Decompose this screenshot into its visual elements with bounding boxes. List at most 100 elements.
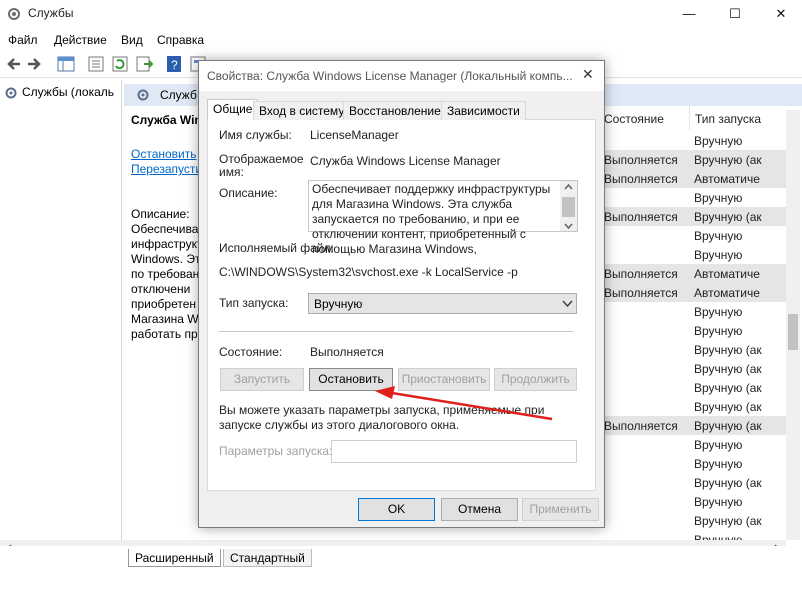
detail-description-label: Описание: xyxy=(131,207,190,221)
start-params-hint: Вы можете указать параметры запуска, при… xyxy=(219,403,545,432)
row-startup-type: Вручную xyxy=(694,134,743,148)
start-params-input[interactable] xyxy=(331,440,577,463)
view-tabs xyxy=(0,546,802,568)
apply-button[interactable]: Применить xyxy=(522,498,599,521)
column-separator[interactable] xyxy=(689,106,690,130)
state-label: Состояние: xyxy=(219,345,283,359)
row-status: Выполняется xyxy=(604,419,678,433)
resume-button[interactable]: Продолжить xyxy=(494,368,577,391)
detail-description-line: работать пр xyxy=(131,327,198,341)
description-text: Обеспечивает поддержку инфраструктуры дл… xyxy=(312,182,551,256)
start-button[interactable]: Запустить xyxy=(220,368,304,391)
row-status: Выполняется xyxy=(604,210,678,224)
executable-label: Исполняемый файл: xyxy=(219,241,334,255)
tab-standard[interactable]: Стандартный xyxy=(223,549,312,567)
row-startup-type: Вручную (ак xyxy=(694,476,762,490)
row-startup-type: Вручную (ак xyxy=(694,362,762,376)
detail-description-line: Обеспечива xyxy=(131,222,199,236)
services-table-rows: Вручную Выполняется Вручную (ак Выполняется… xyxy=(600,133,786,547)
close-button[interactable]: ✕ xyxy=(758,0,802,30)
row-startup-type: Вручную xyxy=(694,305,743,319)
table-row[interactable]: Вручную xyxy=(600,494,786,513)
back-arrow-icon[interactable] xyxy=(4,54,24,74)
minimize-button[interactable]: — xyxy=(666,0,712,30)
svg-text:?: ? xyxy=(171,58,178,72)
gear-icon xyxy=(137,89,149,101)
row-startup-type: Вручную xyxy=(694,191,743,205)
table-row[interactable]: Вручную xyxy=(600,456,786,475)
tab-recovery[interactable]: Восстановление xyxy=(343,101,447,120)
table-row[interactable]: Вручную (ак xyxy=(600,342,786,361)
table-row[interactable]: Вручную xyxy=(600,228,786,247)
row-startup-type: Автоматиче xyxy=(694,267,760,281)
row-startup-type: Вручную (ак xyxy=(694,381,762,395)
row-startup-type: Автоматиче xyxy=(694,286,760,300)
tree-item-services[interactable]: Службы (локаль xyxy=(22,85,114,99)
table-row[interactable]: Вручную (ак xyxy=(600,513,786,532)
tab-extended[interactable]: Расширенный xyxy=(128,549,221,567)
display-name-value: Служба Windows License Manager xyxy=(310,154,501,168)
startup-type-value: Вручную xyxy=(314,297,363,311)
state-value: Выполняется xyxy=(310,345,384,359)
row-startup-type: Вручную xyxy=(694,495,743,509)
row-status: Выполняется xyxy=(604,267,678,281)
table-row[interactable]: Вручную xyxy=(600,304,786,323)
row-status: Выполняется xyxy=(604,286,678,300)
refresh-icon[interactable] xyxy=(110,54,130,74)
row-startup-type: Вручную xyxy=(694,457,743,471)
table-row[interactable]: Выполняется Вручную (ак xyxy=(600,418,786,437)
row-startup-type: Вручную xyxy=(694,248,743,262)
list-icon[interactable] xyxy=(86,54,106,74)
table-row[interactable]: Вручную (ак xyxy=(600,361,786,380)
services-pane-title: Служб xyxy=(160,88,197,102)
tab-dependencies[interactable]: Зависимости xyxy=(441,101,526,120)
menu-action[interactable]: Действие xyxy=(54,33,107,47)
restart-service-link[interactable]: Перезапусти xyxy=(131,162,202,177)
service-name-label: Имя службы: xyxy=(219,128,292,142)
table-row[interactable]: Вручную xyxy=(600,437,786,456)
scroll-up-icon[interactable] xyxy=(563,183,574,191)
detail-description: Обеспечива инфраструкт Windows. Эт по требо… xyxy=(131,222,202,342)
table-row[interactable]: Вручную xyxy=(600,323,786,342)
table-row[interactable]: Вручную (ак xyxy=(600,475,786,494)
description-scrollbar-thumb[interactable] xyxy=(562,197,575,217)
row-startup-type: Вручную (ак xyxy=(694,153,762,167)
column-header-startup[interactable]: Тип запуска xyxy=(695,112,761,126)
detail-description-line: по требован xyxy=(131,267,200,281)
detail-description-line: Windows. Эт xyxy=(131,252,201,266)
window-title: Службы xyxy=(28,6,74,20)
table-row[interactable]: Выполняется Автоматиче xyxy=(600,285,786,304)
console-tree-icon[interactable] xyxy=(56,54,76,74)
column-header-status[interactable]: Состояние xyxy=(604,112,664,126)
start-params-label: Параметры запуска: xyxy=(219,444,333,458)
detail-description-line: приобретен xyxy=(131,297,197,311)
menu-file[interactable]: Файл xyxy=(8,33,38,47)
menu-view[interactable]: Вид xyxy=(121,33,143,47)
menu-help[interactable]: Справка xyxy=(157,33,204,47)
display-name-label: Отображаемое имя: xyxy=(219,152,304,179)
executable-path: C:\WINDOWS\System32\svchost.exe -k Local… xyxy=(219,265,518,279)
row-startup-type: Вручную (ак xyxy=(694,419,762,433)
dialog-close-button[interactable]: ✕ xyxy=(582,66,594,83)
table-row[interactable]: Вручную (ак xyxy=(600,380,786,399)
row-startup-type: Вручную (ак xyxy=(694,343,762,357)
row-startup-type: Вручную xyxy=(694,324,743,338)
stop-service-link[interactable]: Остановить xyxy=(131,147,197,162)
divider xyxy=(219,331,573,332)
row-status: Выполняется xyxy=(604,172,678,186)
export-icon[interactable] xyxy=(134,54,154,74)
tab-general[interactable]: Общие xyxy=(207,99,259,120)
help-icon[interactable]: ? xyxy=(164,54,184,74)
ok-button[interactable]: OK xyxy=(358,498,435,521)
table-row[interactable]: Выполняется Автоматиче xyxy=(600,171,786,190)
pause-button[interactable]: Приостановить xyxy=(398,368,490,391)
tab-logon[interactable]: Вход в систему xyxy=(253,101,351,120)
vertical-scrollbar-thumb[interactable] xyxy=(788,314,798,350)
forward-arrow-icon[interactable] xyxy=(24,54,44,74)
table-row[interactable]: Выполняется Вручную (ак xyxy=(600,209,786,228)
stop-button[interactable]: Остановить xyxy=(309,368,393,391)
scroll-down-icon[interactable] xyxy=(563,222,574,230)
description-label: Описание: xyxy=(219,186,278,200)
cancel-button[interactable]: Отмена xyxy=(441,498,518,521)
maximize-button[interactable]: ☐ xyxy=(712,0,758,30)
